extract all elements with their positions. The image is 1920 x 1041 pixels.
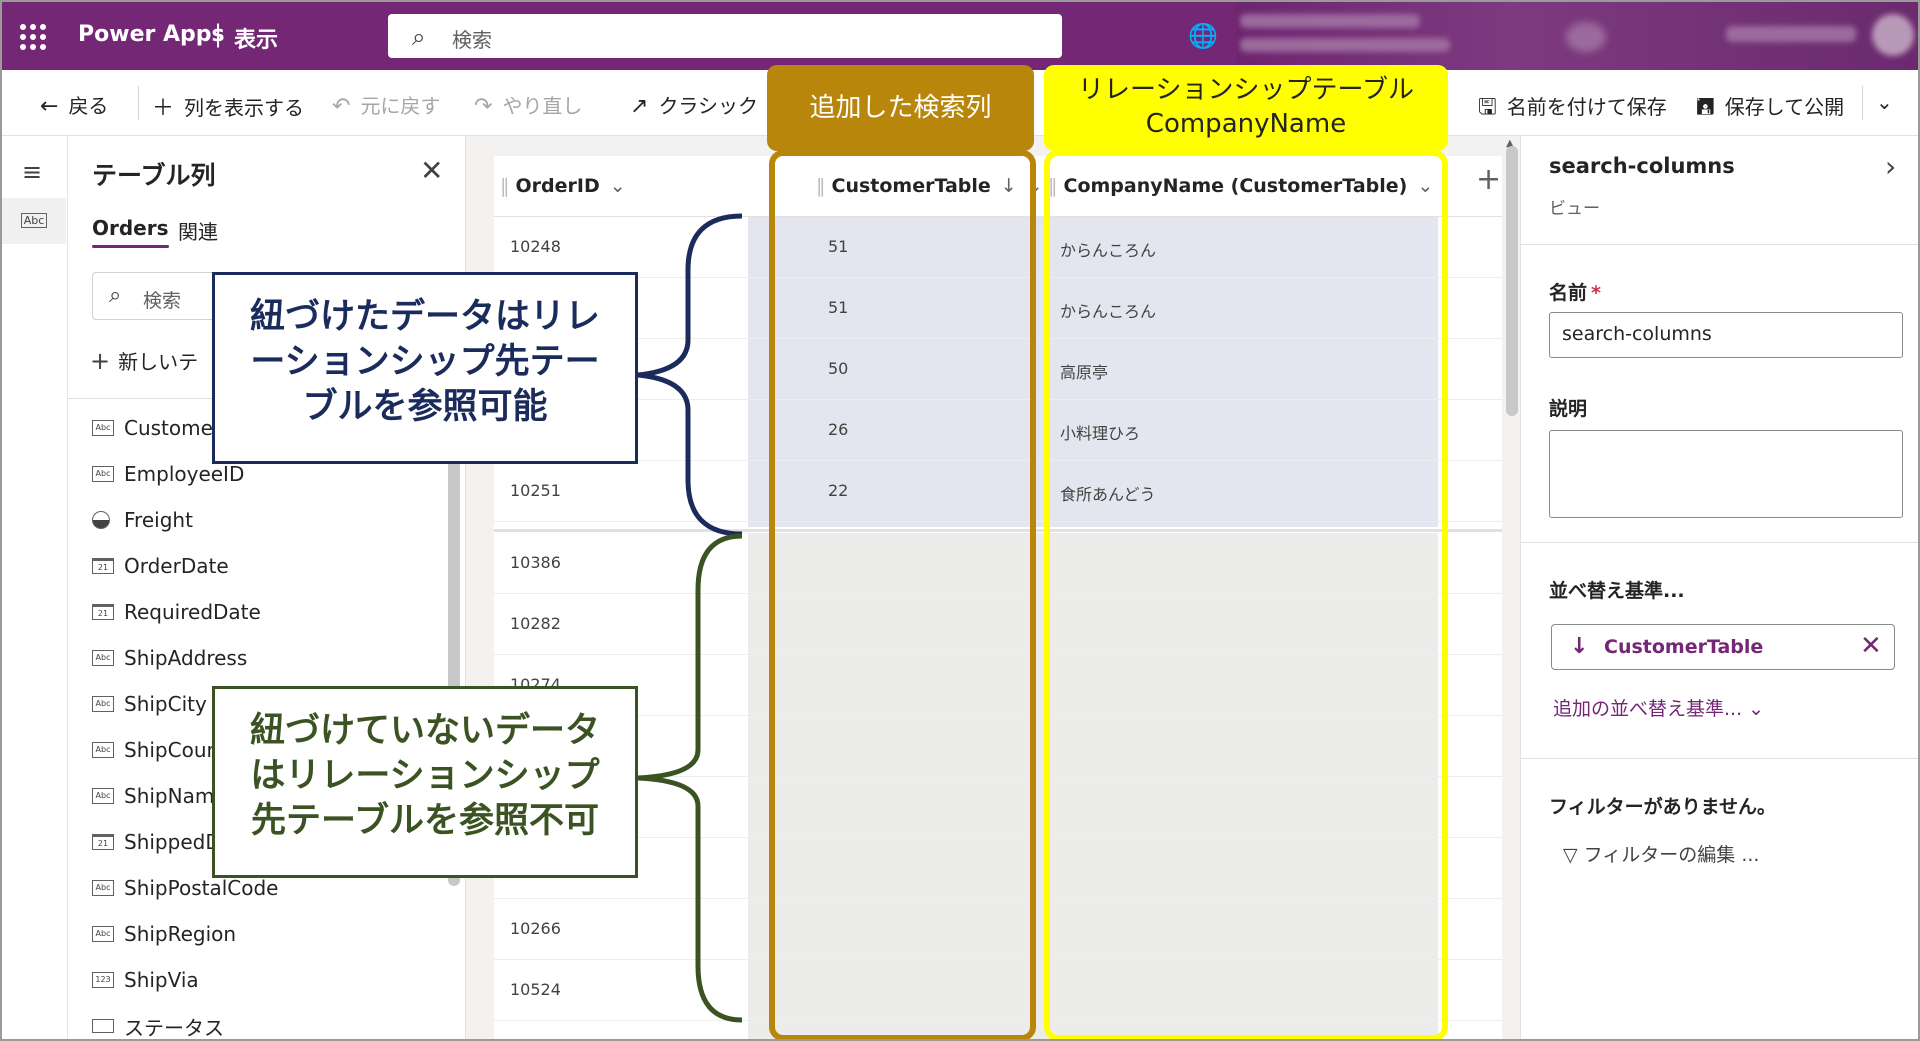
global-search-input[interactable]: ⌕ 検索 bbox=[388, 14, 1062, 58]
text-icon: Abc bbox=[92, 696, 114, 712]
edit-filter-button[interactable]: ▽ フィルターの編集 ... bbox=[1563, 840, 1759, 867]
redo-icon: ↷ bbox=[474, 94, 493, 119]
classic-button[interactable]: ↗ クラシック bbox=[630, 90, 758, 119]
tab-orders[interactable]: Orders bbox=[92, 216, 169, 248]
save-publish-button[interactable]: 🖪 保存して公開 bbox=[1696, 90, 1844, 128]
view-properties-panel: search-columns ビュー › 名前 * search-columns … bbox=[1520, 136, 1920, 1041]
left-rail: ≡ Abc bbox=[2, 136, 68, 1041]
number-icon: 123 bbox=[92, 972, 114, 988]
sort-chip[interactable]: ↓ CustomerTable ✕ bbox=[1551, 624, 1895, 670]
column-item[interactable]: ステータス bbox=[92, 1006, 224, 1041]
new-column-button[interactable]: + 新しいテ bbox=[90, 346, 198, 375]
arrow-down-icon: ↓ bbox=[1570, 634, 1589, 659]
chevron-down-icon: ⌄ bbox=[609, 175, 626, 197]
chevron-right-icon[interactable]: › bbox=[1885, 150, 1896, 183]
text-icon: Abc bbox=[92, 650, 114, 666]
panel-title: テーブル列 bbox=[92, 161, 216, 190]
back-button[interactable]: ← 戻る bbox=[40, 90, 108, 119]
added-lookup-highlight-box bbox=[769, 150, 1036, 1041]
app-header: Power Apps | 表示 ⌕ 検索 🌐 bbox=[0, 0, 1920, 70]
text-icon: Abc bbox=[92, 420, 114, 436]
open-external-icon: ↗ bbox=[630, 94, 649, 119]
hamburger-icon[interactable]: ≡ bbox=[22, 158, 42, 186]
app-name[interactable]: Power Apps bbox=[78, 22, 225, 47]
column-header-orderid[interactable]: ‖ OrderID ⌄ bbox=[500, 156, 626, 216]
name-field[interactable]: search-columns bbox=[1549, 312, 1903, 358]
table-columns-rail-icon[interactable]: Abc bbox=[2, 198, 66, 244]
app-launcher-icon[interactable] bbox=[20, 24, 46, 50]
added-lookup-tag: 追加した検索列 bbox=[767, 65, 1034, 151]
undo-button[interactable]: ↶ 元に戻す bbox=[332, 90, 440, 119]
unlinked-rows-brace bbox=[637, 533, 743, 1023]
text-icon: Abc bbox=[92, 926, 114, 942]
plus-icon: + bbox=[90, 347, 111, 375]
view-type: ビュー bbox=[1549, 199, 1600, 219]
save-as-button[interactable]: 🖫 名前を付けて保存 bbox=[1478, 90, 1667, 128]
relationship-tag: リレーションシップテーブル CompanyName bbox=[1044, 65, 1448, 151]
environment-icon[interactable]: 🌐 bbox=[1188, 22, 1218, 50]
view-name-title: search-columns bbox=[1549, 154, 1735, 178]
name-label: 名前 * bbox=[1549, 282, 1601, 304]
linked-data-callout: 紐づけたデータはリレーションシップ先テーブルを参照可能 bbox=[212, 272, 638, 464]
column-item[interactable]: 21 OrderDate bbox=[92, 546, 229, 586]
calendar-icon: 21 bbox=[92, 558, 114, 574]
column-item[interactable]: 21 RequiredDate bbox=[92, 592, 261, 632]
arrow-left-icon: ← bbox=[40, 94, 59, 119]
add-sort-link[interactable]: 追加の並べ替え基準... ⌄ bbox=[1553, 694, 1764, 721]
currency-icon bbox=[92, 511, 110, 529]
column-item[interactable]: Abc ShipAddress bbox=[92, 638, 247, 678]
add-column-icon[interactable]: + bbox=[1476, 162, 1501, 197]
filter-icon: ▽ bbox=[1563, 844, 1578, 866]
close-icon[interactable]: ✕ bbox=[420, 154, 443, 187]
no-filter-label: フィルターがありません。 bbox=[1549, 796, 1777, 818]
description-label: 説明 bbox=[1549, 398, 1588, 420]
grid-scrollbar[interactable] bbox=[1506, 146, 1518, 416]
text-icon: Abc bbox=[92, 466, 114, 482]
save-icon: 🖫 bbox=[1478, 95, 1497, 120]
column-item[interactable]: Abc ShipName bbox=[92, 776, 227, 816]
text-icon: Abc bbox=[92, 742, 114, 758]
text-icon: Abc bbox=[92, 788, 114, 804]
close-icon[interactable]: ✕ bbox=[1860, 631, 1882, 661]
column-item[interactable]: 21 ShippedD bbox=[92, 822, 221, 862]
relationship-highlight-box bbox=[1044, 150, 1448, 1041]
linked-rows-brace bbox=[637, 213, 743, 537]
column-item[interactable]: 123 ShipVia bbox=[92, 960, 199, 1000]
show-column-button[interactable]: ＋列を表示する bbox=[152, 90, 304, 122]
text-icon: Abc bbox=[92, 880, 114, 896]
search-icon: ⌕ bbox=[109, 283, 122, 308]
toggle-icon bbox=[92, 1019, 114, 1033]
calendar-icon: 21 bbox=[92, 604, 114, 620]
plus-icon: ＋ bbox=[152, 96, 175, 121]
calendar-icon: 21 bbox=[92, 834, 114, 850]
column-item[interactable]: Abc ShipCoun bbox=[92, 730, 219, 770]
unlinked-data-callout: 紐づけていないデータはリレーションシップ先テーブルを参照不可 bbox=[212, 686, 638, 878]
blurred-user-area bbox=[1236, 0, 1920, 70]
search-placeholder: 検索 bbox=[452, 28, 492, 52]
description-field[interactable] bbox=[1549, 430, 1903, 518]
search-icon: ⌕ bbox=[412, 23, 426, 51]
page-title: 表示 bbox=[234, 28, 279, 53]
redo-button[interactable]: ↷ やり直し bbox=[474, 90, 582, 119]
more-chevron-icon[interactable]: ⌄ bbox=[1876, 90, 1893, 114]
column-item[interactable]: Abc Customer bbox=[92, 408, 221, 448]
chevron-down-icon: ⌄ bbox=[1748, 698, 1765, 720]
column-item[interactable]: Abc ShipRegion bbox=[92, 914, 236, 954]
column-item[interactable]: Abc ShipCity bbox=[92, 684, 207, 724]
title-separator: | bbox=[214, 20, 223, 48]
avatar[interactable] bbox=[1872, 14, 1914, 56]
tab-related[interactable]: 関連 bbox=[178, 216, 218, 245]
publish-icon: 🖪 bbox=[1696, 95, 1715, 120]
sort-label: 並べ替え基準... bbox=[1549, 580, 1685, 602]
column-item[interactable]: Freight bbox=[92, 500, 193, 540]
undo-icon: ↶ bbox=[332, 94, 351, 119]
